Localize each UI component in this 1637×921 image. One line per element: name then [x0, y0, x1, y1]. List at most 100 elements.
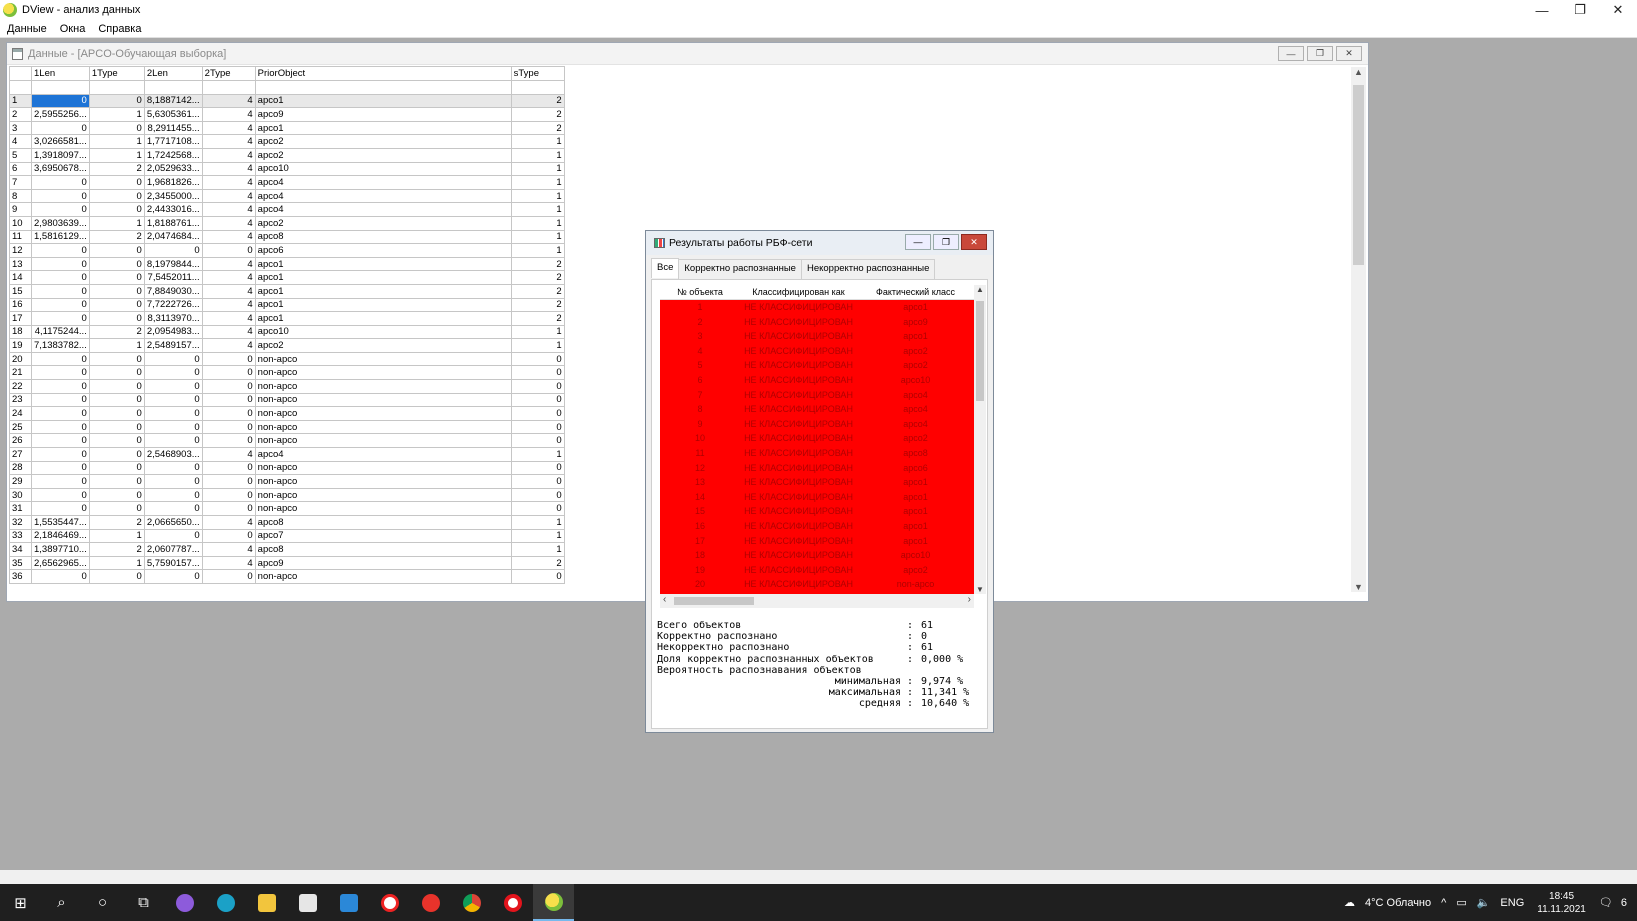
- table-cell[interactable]: 0: [88, 406, 145, 421]
- table-cell[interactable]: 1: [510, 147, 565, 163]
- scroll-thumb[interactable]: [976, 301, 984, 401]
- tab-incorrect[interactable]: Некорректно распознанные: [800, 259, 936, 279]
- table-cell[interactable]: 0: [31, 93, 90, 109]
- table-row[interactable]: 31 0 0 0 0 non-apco 0: [9, 501, 565, 516]
- table-row[interactable]: 17 0 0 8,3113970... 4 apco1 2: [9, 311, 565, 326]
- table-row[interactable]: 25 0 0 0 0 non-apco 0: [9, 419, 565, 435]
- table-cell[interactable]: 4: [201, 515, 256, 530]
- row-number-cell[interactable]: 14: [9, 270, 32, 285]
- table-cell[interactable]: 0: [201, 487, 256, 503]
- data-window-minimize-button[interactable]: —: [1278, 46, 1304, 61]
- table-cell[interactable]: 1: [88, 338, 145, 353]
- table-cell[interactable]: 1: [510, 528, 565, 544]
- row-number-cell[interactable]: 8: [9, 188, 32, 204]
- tray-chevron-icon[interactable]: ^: [1436, 897, 1451, 909]
- row-number-cell[interactable]: 26: [9, 433, 32, 449]
- table-cell[interactable]: 0: [31, 351, 90, 367]
- row-number-cell[interactable]: 18: [9, 324, 32, 340]
- row-number-cell[interactable]: 21: [9, 365, 32, 381]
- table-cell[interactable]: non-apco: [254, 365, 512, 381]
- table-cell[interactable]: 8,1887142...: [143, 93, 203, 109]
- table-cell[interactable]: 0: [143, 379, 203, 394]
- table-cell[interactable]: 2,5489157...: [143, 338, 203, 353]
- row-number-cell[interactable]: 25: [9, 419, 32, 435]
- table-cell[interactable]: 1: [510, 175, 565, 190]
- table-cell[interactable]: 1,7242568...: [143, 147, 203, 163]
- table-cell[interactable]: 4: [201, 107, 256, 122]
- table-row[interactable]: 22 0 0 0 0 non-apco 0: [9, 379, 565, 394]
- column-header-actual-class[interactable]: Фактический класс: [857, 285, 974, 299]
- table-cell[interactable]: 0: [31, 406, 90, 421]
- result-row[interactable]: 4 НЕ КЛАССИФИЦИРОВАН apco2: [660, 344, 974, 359]
- table-cell[interactable]: 2: [510, 283, 565, 299]
- result-row[interactable]: 19 НЕ КЛАССИФИЦИРОВАН apco2: [660, 563, 974, 578]
- table-cell[interactable]: 4,1175244...: [31, 324, 90, 340]
- column-header[interactable]: 1Type: [88, 66, 145, 81]
- table-cell[interactable]: 0: [88, 283, 145, 299]
- result-row[interactable]: 7 НЕ КЛАССИФИЦИРОВАН apco4: [660, 388, 974, 403]
- table-cell[interactable]: 1: [88, 528, 145, 544]
- column-header[interactable]: [9, 66, 32, 81]
- table-cell[interactable]: 1,3918097...: [31, 147, 90, 163]
- table-cell[interactable]: 1,3897710...: [31, 542, 90, 557]
- table-cell[interactable]: 0: [143, 474, 203, 489]
- table-cell[interactable]: apco6: [254, 243, 512, 258]
- table-cell[interactable]: 1: [510, 188, 565, 204]
- table-cell[interactable]: non-apco: [254, 379, 512, 394]
- scroll-down-icon[interactable]: ▼: [974, 585, 986, 594]
- table-cell[interactable]: apco1: [254, 270, 512, 285]
- table-cell[interactable]: 2: [88, 161, 145, 177]
- opera-icon[interactable]: [492, 884, 533, 921]
- table-cell[interactable]: 2: [510, 107, 565, 122]
- notifications-icon[interactable]: 🗨 6: [1594, 896, 1637, 909]
- table-cell[interactable]: 0: [143, 351, 203, 367]
- table-cell[interactable]: 4: [201, 188, 256, 204]
- table-cell[interactable]: 0: [88, 379, 145, 394]
- table-cell[interactable]: 0: [510, 365, 565, 381]
- table-cell[interactable]: 0: [31, 256, 90, 272]
- table-cell[interactable]: apco8: [254, 515, 512, 530]
- table-cell[interactable]: 1: [510, 324, 565, 340]
- table-cell[interactable]: 0: [201, 569, 256, 584]
- table-cell[interactable]: 0: [143, 243, 203, 258]
- table-cell[interactable]: 1: [510, 202, 565, 217]
- table-cell[interactable]: 0: [510, 406, 565, 421]
- data-window-close-button[interactable]: ✕: [1336, 46, 1362, 61]
- table-cell[interactable]: 4: [201, 202, 256, 217]
- table-cell[interactable]: 8,3113970...: [143, 311, 203, 326]
- filter-cell[interactable]: [201, 79, 256, 95]
- table-cell[interactable]: 0: [31, 120, 90, 136]
- table-cell[interactable]: 0: [88, 419, 145, 435]
- table-row[interactable]: 34 1,3897710... 2 2,0607787... 4 apco8 1: [9, 542, 565, 557]
- table-cell[interactable]: 0: [143, 501, 203, 516]
- table-row[interactable]: 33 2,1846469... 1 0 0 apco7 1: [9, 528, 565, 544]
- table-cell[interactable]: 0: [31, 433, 90, 449]
- table-cell[interactable]: 3,0266581...: [31, 134, 90, 149]
- table-cell[interactable]: 0: [88, 175, 145, 190]
- rbf-results-window[interactable]: Результаты работы РБФ-сети — ❐ ✕ Все Кор…: [645, 230, 994, 733]
- table-row[interactable]: 2 2,5955256... 1 5,6305361... 4 apco9 2: [9, 107, 565, 122]
- table-cell[interactable]: 1: [510, 215, 565, 231]
- table-cell[interactable]: 0: [88, 351, 145, 367]
- table-cell[interactable]: 4: [201, 256, 256, 272]
- table-cell[interactable]: 2,0954983...: [143, 324, 203, 340]
- table-cell[interactable]: 0: [510, 474, 565, 489]
- result-row[interactable]: 1 НЕ КЛАССИФИЦИРОВАН apco1: [660, 300, 974, 315]
- row-number-cell[interactable]: 17: [9, 311, 32, 326]
- table-cell[interactable]: apco1: [254, 297, 512, 313]
- table-cell[interactable]: 0: [201, 474, 256, 489]
- table-cell[interactable]: 2,0529633...: [143, 161, 203, 177]
- table-cell[interactable]: 0: [143, 569, 203, 584]
- result-row[interactable]: 12 НЕ КЛАССИФИЦИРОВАН apco6: [660, 461, 974, 476]
- table-cell[interactable]: 0: [510, 419, 565, 435]
- row-number-cell[interactable]: 5: [9, 147, 32, 163]
- table-cell[interactable]: non-apco: [254, 501, 512, 516]
- table-cell[interactable]: 4: [201, 134, 256, 149]
- result-row[interactable]: 3 НЕ КЛАССИФИЦИРОВАН apco1: [660, 329, 974, 344]
- table-cell[interactable]: non-apco: [254, 351, 512, 367]
- result-row[interactable]: 20 НЕ КЛАССИФИЦИРОВАН non-apco: [660, 577, 974, 592]
- scroll-left-icon[interactable]: ‹: [663, 594, 666, 605]
- table-cell[interactable]: 0: [31, 188, 90, 204]
- table-cell[interactable]: 2: [88, 229, 145, 245]
- clock[interactable]: 18:45 11.11.2021: [1529, 890, 1594, 916]
